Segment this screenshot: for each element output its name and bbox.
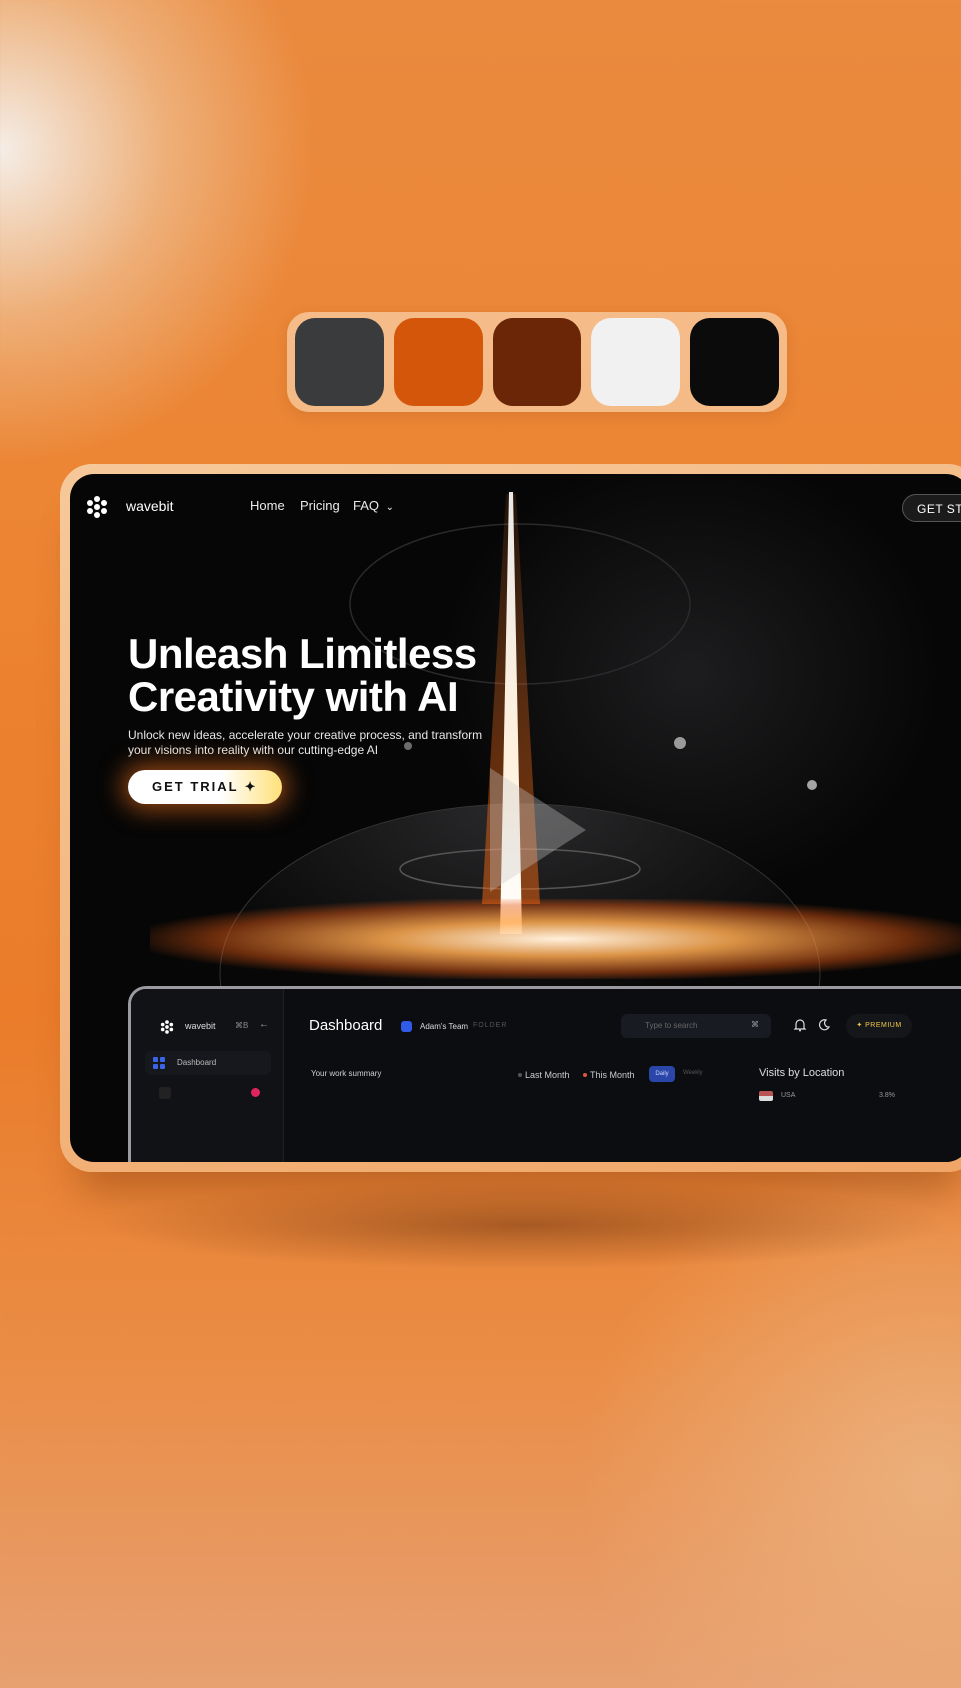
this-month-legend: This Month — [590, 1070, 635, 1080]
team-selector[interactable]: Adam's Team — [420, 1022, 468, 1031]
search-placeholder: Type to search — [645, 1021, 698, 1030]
moon-icon[interactable] — [817, 1018, 831, 1032]
get-trial-button[interactable]: GET TRIAL ✦ — [128, 770, 282, 804]
dashboard-title: Dashboard — [309, 1017, 383, 1034]
sparkle-icon: ✦ — [244, 779, 256, 794]
swatch-brown — [492, 318, 582, 406]
beam-glow-base — [150, 899, 961, 979]
brand-name[interactable]: wavebit — [126, 498, 173, 514]
visits-row-country: USA — [781, 1092, 796, 1099]
color-palette — [287, 312, 787, 412]
usa-flag-icon — [759, 1091, 773, 1101]
swatch-white — [591, 318, 681, 406]
search-shortcut: ⌘ — [751, 1020, 759, 1029]
sidebar-item-dashboard[interactable]: Dashboard — [145, 1051, 271, 1075]
hero-subtitle-line-1: Unlock new ideas, accelerate your creati… — [128, 728, 483, 742]
hero-subtitle: Unlock new ideas, accelerate your creati… — [128, 728, 488, 758]
nav-pricing-link[interactable]: Pricing — [300, 498, 340, 513]
get-trial-label: GET TRIAL — [152, 779, 239, 794]
collapse-arrow-icon[interactable]: ← — [259, 1019, 269, 1030]
daily-toggle[interactable]: Daily — [649, 1066, 675, 1082]
hero-title-line-2: Creativity with AI — [128, 673, 459, 720]
frame-shadow — [95, 1180, 955, 1270]
dashboard-preview: wavebit ⌘B ← Dashboard Dashboard Adam's … — [128, 986, 961, 1162]
hero-title-line-1: Unleash Limitless — [128, 630, 477, 677]
work-summary-title: Your work summary — [311, 1069, 382, 1078]
swatch-orange — [393, 318, 483, 406]
wavebit-logo-icon[interactable] — [84, 494, 110, 520]
premium-label: PREMIUM — [865, 1022, 902, 1029]
wavebit-logo-icon — [160, 1020, 174, 1034]
dashboard-brand: wavebit — [185, 1021, 216, 1031]
nav-home-link[interactable]: Home — [250, 498, 285, 513]
swatch-black — [690, 318, 779, 406]
swatch-charcoal — [295, 318, 384, 406]
dashboard-sidebar: wavebit ⌘B ← Dashboard — [131, 989, 284, 1162]
this-month-legend-dot — [583, 1073, 587, 1077]
team-folder-label: FOLDER — [473, 1022, 508, 1029]
play-video-icon[interactable] — [482, 760, 592, 900]
last-month-legend: Last Month — [525, 1070, 570, 1080]
search-input[interactable]: Type to search ⌘ — [621, 1014, 771, 1038]
landing-page-screen: wavebit Home Pricing FAQ ⌄ GET STAR Unle… — [70, 474, 961, 1162]
hero-title: Unleash Limitless Creativity with AI — [128, 632, 548, 718]
grid-icon — [153, 1057, 165, 1069]
weekly-toggle[interactable]: Weekly — [683, 1070, 703, 1076]
hero-subtitle-line-2: your visions into reality with our cutti… — [128, 743, 379, 757]
premium-badge[interactable]: ✦ PREMIUM — [846, 1014, 912, 1038]
notification-badge — [251, 1088, 260, 1097]
top-navbar: wavebit Home Pricing FAQ ⌄ GET STAR — [70, 474, 961, 538]
nav-faq-label: FAQ — [353, 498, 380, 513]
bell-icon[interactable] — [793, 1018, 807, 1032]
last-month-legend-dot — [518, 1073, 522, 1077]
star-icon: ✦ — [856, 1022, 866, 1029]
visits-by-location-title: Visits by Location — [759, 1067, 845, 1079]
sidebar-item-label: Dashboard — [177, 1058, 217, 1067]
visits-row-value: 3.8% — [879, 1092, 895, 1099]
mockup-frame: wavebit Home Pricing FAQ ⌄ GET STAR Unle… — [60, 464, 961, 1172]
folder-icon[interactable] — [159, 1087, 171, 1099]
chevron-down-icon: ⌄ — [385, 502, 395, 513]
team-icon — [401, 1021, 412, 1032]
get-started-button[interactable]: GET STAR — [902, 494, 961, 522]
collapse-shortcut: ⌘B — [235, 1021, 249, 1030]
nav-faq-link[interactable]: FAQ ⌄ — [353, 498, 394, 513]
